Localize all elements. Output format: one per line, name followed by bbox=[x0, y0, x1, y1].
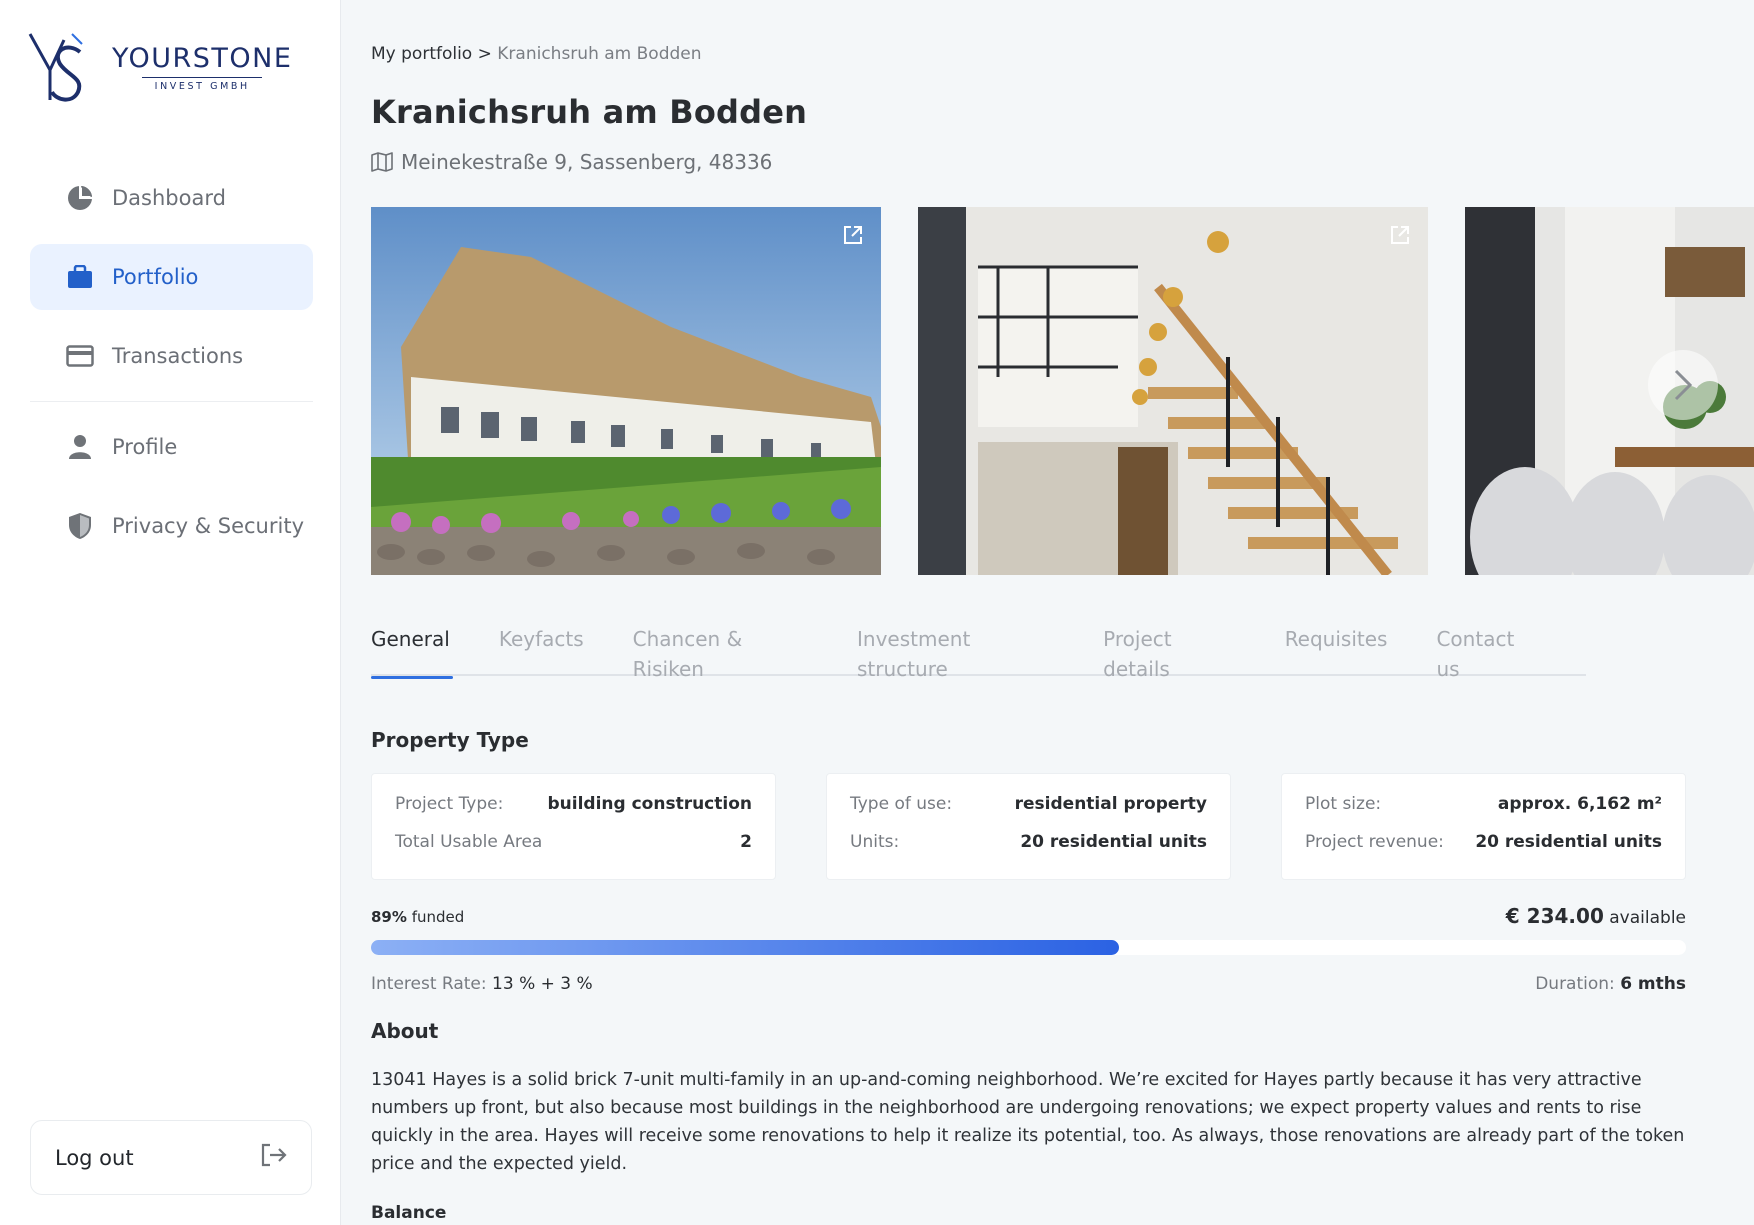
duration-value: 6 mths bbox=[1620, 974, 1686, 994]
brand-name: YOURSTONE bbox=[112, 42, 293, 74]
card-key: Project revenue: bbox=[1305, 832, 1444, 852]
main-content: My portfolio > Kranichsruh am Bodden Kra… bbox=[371, 0, 1754, 1225]
card-value: 2 bbox=[740, 832, 752, 852]
property-card: Project Type: building construction Total… bbox=[371, 773, 776, 880]
logout-button[interactable]: Log out bbox=[30, 1120, 312, 1195]
sidebar-item-dashboard[interactable]: Dashboard bbox=[30, 165, 313, 231]
tab-project-details[interactable]: Project details bbox=[1103, 624, 1236, 681]
sidebar-item-label: Portfolio bbox=[112, 265, 199, 289]
sidebar-nav: Dashboard Portfolio Transactions Profile bbox=[30, 165, 313, 572]
photo-gallery bbox=[371, 207, 1754, 575]
breadcrumb-link-portfolio[interactable]: My portfolio bbox=[371, 44, 472, 64]
interest-rate: Interest Rate: 13 % + 3 % bbox=[371, 974, 593, 994]
about-text: 13041 Hayes is a solid brick 7-unit mult… bbox=[371, 1070, 1685, 1174]
card-value: 20 residential units bbox=[1020, 832, 1207, 852]
interest-value: 13 % + 3 % bbox=[492, 974, 593, 994]
card-row: Project Type: building construction bbox=[395, 794, 752, 832]
funding-progress-bar bbox=[371, 940, 1686, 955]
credit-card-icon bbox=[66, 342, 94, 370]
card-row: Type of use: residential property bbox=[850, 794, 1207, 832]
gallery-next-button[interactable] bbox=[1648, 350, 1718, 420]
staircase-photo-image bbox=[918, 207, 1428, 575]
yourstone-logo-icon bbox=[28, 33, 83, 102]
pie-chart-icon bbox=[66, 184, 94, 212]
card-value: building construction bbox=[547, 794, 752, 814]
available-label: available bbox=[1609, 908, 1686, 928]
card-value: residential property bbox=[1014, 794, 1207, 814]
sidebar-item-profile[interactable]: Profile bbox=[30, 414, 313, 480]
property-card: Type of use: residential property Units: 2… bbox=[826, 773, 1231, 880]
address-text: Meinekestraße 9, Sassenberg, 48336 bbox=[401, 150, 773, 174]
card-value: approx. 6,162 m² bbox=[1497, 794, 1662, 814]
duration-label: Duration: bbox=[1535, 974, 1615, 994]
property-type-cards: Project Type: building construction Total… bbox=[371, 773, 1686, 880]
detail-tabs: General Keyfacts Chancen & Risiken Inves… bbox=[371, 624, 1586, 681]
briefcase-icon bbox=[66, 263, 94, 291]
card-value: 20 residential units bbox=[1475, 832, 1662, 852]
card-row: Units: 20 residential units bbox=[850, 832, 1207, 870]
chevron-right-icon bbox=[1674, 369, 1693, 401]
logout-icon bbox=[261, 1143, 287, 1172]
gallery-photo-staircase[interactable] bbox=[918, 207, 1428, 575]
sidebar-item-label: Profile bbox=[112, 435, 178, 459]
card-row: Plot size: approx. 6,162 m² bbox=[1305, 794, 1662, 832]
card-key: Plot size: bbox=[1305, 794, 1382, 814]
brand-logo[interactable]: YOURSTONE INVEST GMBH bbox=[28, 30, 292, 104]
property-card: Plot size: approx. 6,162 m² Project reven… bbox=[1281, 773, 1686, 880]
breadcrumb-separator: > bbox=[477, 44, 492, 64]
available-amount: € 234.00 available bbox=[1506, 904, 1686, 928]
about-heading: About bbox=[371, 1019, 439, 1043]
sidebar-item-label: Dashboard bbox=[112, 186, 226, 210]
sidebar-divider bbox=[30, 401, 313, 402]
brand-subtitle: INVEST GMBH bbox=[154, 80, 250, 92]
brand-divider bbox=[142, 76, 263, 78]
interest-label: Interest Rate: bbox=[371, 974, 487, 994]
funded-percent: 89% bbox=[371, 908, 407, 926]
external-link-icon[interactable] bbox=[1388, 223, 1412, 247]
map-icon bbox=[371, 152, 393, 172]
tab-requisites[interactable]: Requisites bbox=[1285, 624, 1388, 676]
funded-label: funded bbox=[411, 908, 465, 926]
property-address: Meinekestraße 9, Sassenberg, 48336 bbox=[371, 150, 772, 174]
card-key: Type of use: bbox=[850, 794, 953, 814]
shield-icon bbox=[66, 512, 94, 540]
card-key: Project Type: bbox=[395, 794, 504, 814]
sidebar-item-privacy-security[interactable]: Privacy & Security bbox=[30, 493, 313, 559]
gallery-photo-exterior[interactable] bbox=[371, 207, 881, 575]
funded-status: 89% funded bbox=[371, 908, 464, 926]
duration: Duration: 6 mths bbox=[1535, 974, 1686, 994]
available-value: € 234.00 bbox=[1505, 904, 1604, 928]
tab-contact-us[interactable]: Contact us bbox=[1436, 624, 1537, 681]
tab-general[interactable]: General bbox=[371, 624, 453, 679]
external-link-icon[interactable] bbox=[841, 223, 865, 247]
sidebar-item-transactions[interactable]: Transactions bbox=[30, 323, 313, 389]
funding-progress-fill bbox=[371, 940, 1120, 955]
sidebar-item-label: Privacy & Security bbox=[112, 514, 304, 538]
card-key: Units: bbox=[850, 832, 900, 852]
tab-keyfacts[interactable]: Keyfacts bbox=[499, 624, 584, 676]
logout-label: Log out bbox=[55, 1145, 134, 1170]
sidebar-item-label: Transactions bbox=[112, 344, 244, 368]
exterior-photo-image bbox=[371, 207, 881, 575]
sidebar-item-portfolio[interactable]: Portfolio bbox=[30, 244, 313, 310]
card-row: Project revenue: 20 residential units bbox=[1305, 832, 1662, 870]
page-title: Kranichsruh am Bodden bbox=[371, 93, 808, 131]
balance-heading: Balance bbox=[371, 1203, 447, 1223]
sidebar: YOURSTONE INVEST GMBH Dashboard Portfoli… bbox=[0, 0, 341, 1225]
card-row: Total Usable Area 2 bbox=[395, 832, 752, 870]
property-type-heading: Property Type bbox=[371, 728, 529, 752]
tab-chancen-risiken[interactable]: Chancen & Risiken bbox=[633, 624, 808, 681]
person-icon bbox=[66, 433, 94, 461]
tab-investment-structure[interactable]: Investment structure bbox=[857, 624, 1054, 681]
breadcrumb-current: Kranichsruh am Bodden bbox=[497, 44, 702, 64]
breadcrumb: My portfolio > Kranichsruh am Bodden bbox=[371, 44, 702, 64]
card-key: Total Usable Area bbox=[395, 832, 543, 852]
